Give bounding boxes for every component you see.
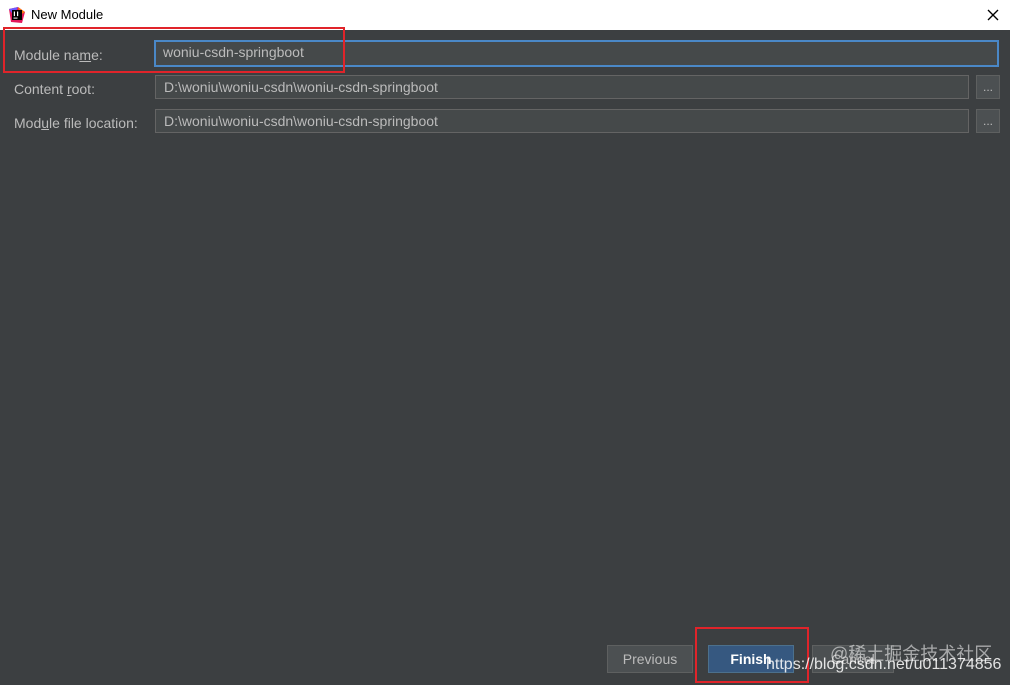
module-file-location-input[interactable]: D:\woniu\woniu-csdn\woniu-csdn-springboo…	[155, 109, 969, 133]
module-file-location-browse-button[interactable]: ...	[976, 109, 1000, 133]
close-button[interactable]	[982, 4, 1004, 26]
content-root-input[interactable]: D:\woniu\woniu-csdn\woniu-csdn-springboo…	[155, 75, 969, 99]
title-bar: New Module	[0, 0, 1010, 30]
content-root-label: Content root:	[14, 81, 95, 97]
module-name-highlight	[3, 27, 345, 73]
intellij-idea-icon	[9, 7, 25, 23]
content-root-browse-button[interactable]: ...	[976, 75, 1000, 99]
close-icon	[987, 9, 999, 21]
watermark-csdn-url: https://blog.csdn.net/u011374856	[766, 656, 1002, 673]
module-file-location-label: Module file location:	[14, 115, 138, 131]
window-title: New Module	[31, 7, 104, 22]
finish-highlight	[695, 627, 809, 683]
previous-button[interactable]: Previous	[607, 645, 693, 673]
